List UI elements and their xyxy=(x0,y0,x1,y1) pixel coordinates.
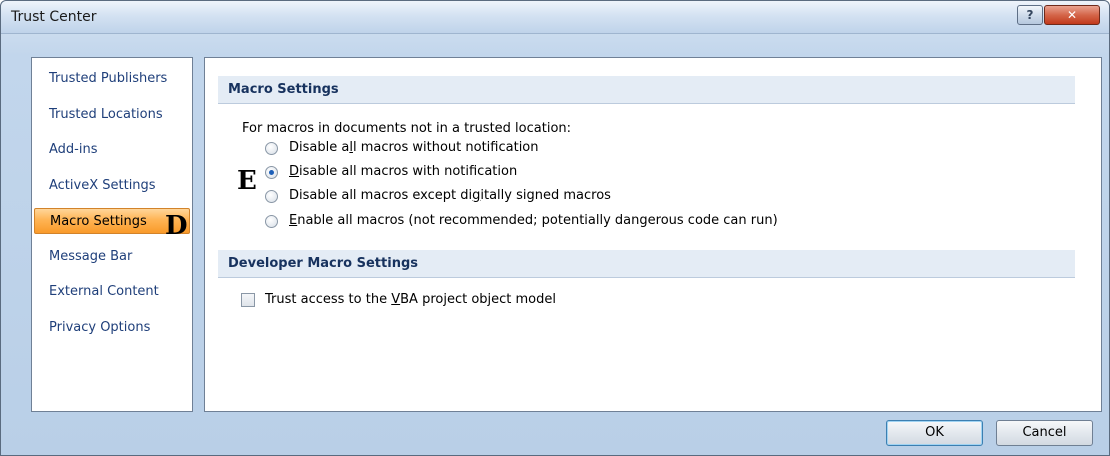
sidebar-item-add-ins[interactable]: Add-ins xyxy=(34,137,190,163)
ok-button[interactable]: OK xyxy=(886,420,983,446)
access-key: E xyxy=(289,213,298,228)
settings-content-panel: Macro Settings For macros in documents n… xyxy=(204,57,1102,412)
radio-label-disable-without-notification[interactable]: Disable all macros without notification xyxy=(289,140,539,155)
radio-disable-except-signed[interactable] xyxy=(265,190,278,203)
label-part: nable all macros (not recommended; poten… xyxy=(297,213,778,228)
title-bar[interactable]: Trust Center ? ✕ xyxy=(1,1,1109,34)
macro-settings-intro: For macros in documents not in a trusted… xyxy=(242,121,572,136)
label-part: Disable all macros except di xyxy=(289,188,473,203)
radio-label-disable-except-signed[interactable]: Disable all macros except digitally sign… xyxy=(289,188,611,203)
label-part: isable all macros with notification xyxy=(299,164,518,179)
label-part: Disable a xyxy=(289,140,350,155)
label-part: Trust access to the xyxy=(265,292,392,307)
sidebar-item-external-content[interactable]: External Content xyxy=(34,279,190,305)
radio-disable-with-notification[interactable] xyxy=(265,166,278,179)
label-part: itally signed macros xyxy=(480,188,611,203)
access-key: D xyxy=(289,164,300,179)
sidebar-item-trusted-publishers[interactable]: Trusted Publishers xyxy=(34,66,190,92)
sidebar-item-trusted-locations[interactable]: Trusted Locations xyxy=(34,102,190,128)
trust-center-window: Trust Center ? ✕ Trusted Publishers Trus… xyxy=(0,0,1110,456)
label-part: BA project object model xyxy=(400,292,556,307)
sidebar-item-message-bar[interactable]: Message Bar xyxy=(34,244,190,270)
macro-settings-header: Macro Settings xyxy=(218,76,1075,104)
access-key: V xyxy=(391,292,401,307)
annotation-letter-e: E xyxy=(237,166,257,196)
annotation-letter-d: D xyxy=(165,211,188,241)
help-button[interactable]: ? xyxy=(1017,5,1043,25)
close-button[interactable]: ✕ xyxy=(1044,5,1100,25)
radio-label-disable-with-notification[interactable]: Disable all macros with notification xyxy=(289,164,517,179)
radio-label-enable-all-macros[interactable]: Enable all macros (not recommended; pote… xyxy=(289,213,778,228)
help-icon: ? xyxy=(1026,8,1034,22)
sidebar-item-activex-settings[interactable]: ActiveX Settings xyxy=(34,173,190,199)
radio-disable-without-notification[interactable] xyxy=(265,142,278,155)
close-icon: ✕ xyxy=(1066,8,1078,22)
sidebar-item-privacy-options[interactable]: Privacy Options xyxy=(34,315,190,341)
trust-vba-checkbox[interactable] xyxy=(241,293,255,307)
developer-macro-settings-header: Developer Macro Settings xyxy=(218,250,1075,278)
window-title: Trust Center xyxy=(11,9,97,25)
label-part: l macros without notification xyxy=(352,140,539,155)
trust-vba-label[interactable]: Trust access to the VBA project object m… xyxy=(265,292,556,307)
radio-enable-all-macros[interactable] xyxy=(265,215,278,228)
cancel-button[interactable]: Cancel xyxy=(996,420,1093,446)
